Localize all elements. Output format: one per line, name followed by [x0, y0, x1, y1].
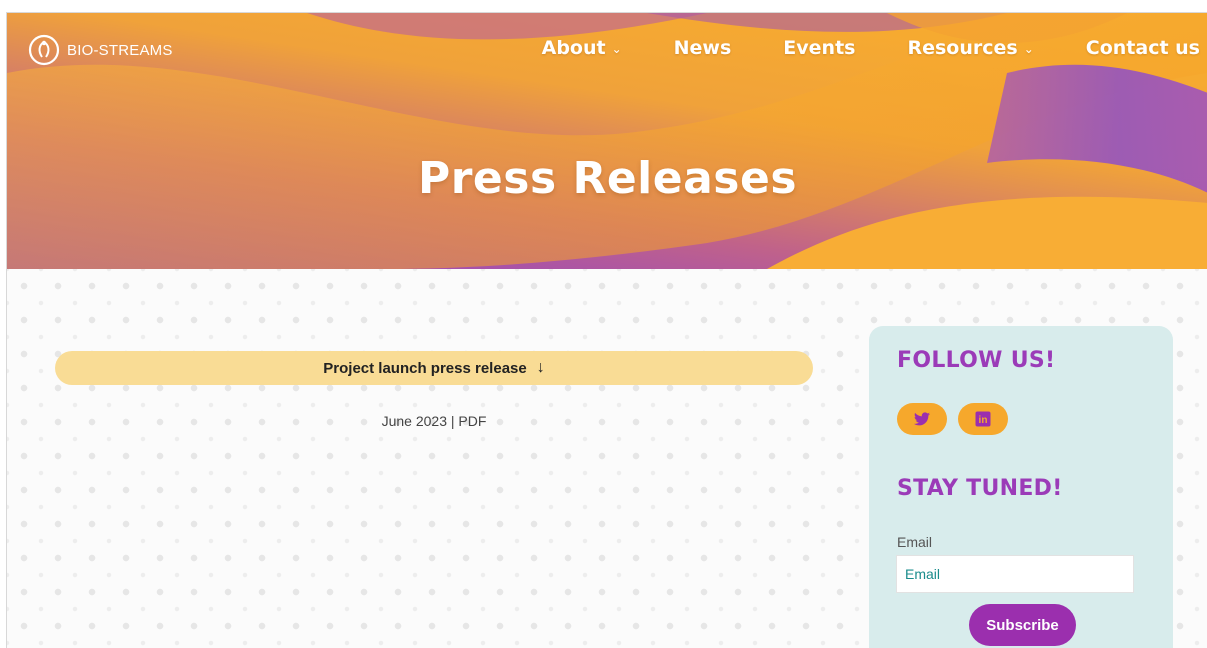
nav-resources[interactable]: Resources ⌄: [907, 37, 1033, 59]
nav-news[interactable]: News: [674, 37, 732, 59]
nav-events-label: Events: [783, 37, 856, 59]
linkedin-button[interactable]: in: [958, 403, 1008, 435]
nav-events[interactable]: Events: [783, 37, 855, 59]
nav-about[interactable]: About ⌄: [542, 37, 622, 59]
linkedin-glyph: in: [979, 415, 988, 426]
twitter-button[interactable]: [897, 403, 947, 435]
main-content: Project launch press release ↓ June 2023…: [7, 269, 1207, 648]
nav-contact[interactable]: Contact us: [1086, 37, 1200, 59]
follow-heading: FOLLOW US!: [897, 348, 1056, 373]
arrow-down-icon: ↓: [536, 359, 545, 376]
nav-resources-label: Resources: [907, 37, 1018, 59]
press-release-label: Project launch press release: [323, 359, 527, 377]
subscribe-button[interactable]: Subscribe: [969, 604, 1076, 646]
hero-header: BIO-STREAMS About ⌄ News Events Resource…: [7, 13, 1207, 269]
sidebar: FOLLOW US! in STAY TUNED! Email Subscrib…: [869, 326, 1173, 648]
email-label: Email: [897, 534, 933, 550]
press-release-download-button[interactable]: Project launch press release ↓: [55, 351, 813, 385]
chevron-down-icon: ⌄: [611, 42, 622, 56]
page-title: Press Releases: [417, 153, 798, 204]
twitter-icon: [914, 412, 930, 426]
brand-name: BIO-STREAMS: [67, 41, 173, 59]
email-input[interactable]: [896, 555, 1134, 593]
brand-logo[interactable]: BIO-STREAMS: [27, 33, 173, 67]
nav-news-label: News: [673, 37, 732, 59]
nav-contact-label: Contact us: [1085, 37, 1200, 59]
main-nav: About ⌄ News Events Resources ⌄ Contact …: [542, 37, 1200, 59]
page-frame: BIO-STREAMS About ⌄ News Events Resource…: [6, 12, 1207, 648]
chevron-down-icon: ⌄: [1023, 42, 1034, 56]
stay-tuned-heading: STAY TUNED!: [897, 476, 1063, 501]
nav-about-label: About: [541, 37, 606, 59]
press-release-meta: June 2023 | PDF: [381, 413, 487, 429]
linkedin-icon: in: [975, 411, 991, 427]
leaf-figure-logo-icon: [28, 34, 60, 66]
